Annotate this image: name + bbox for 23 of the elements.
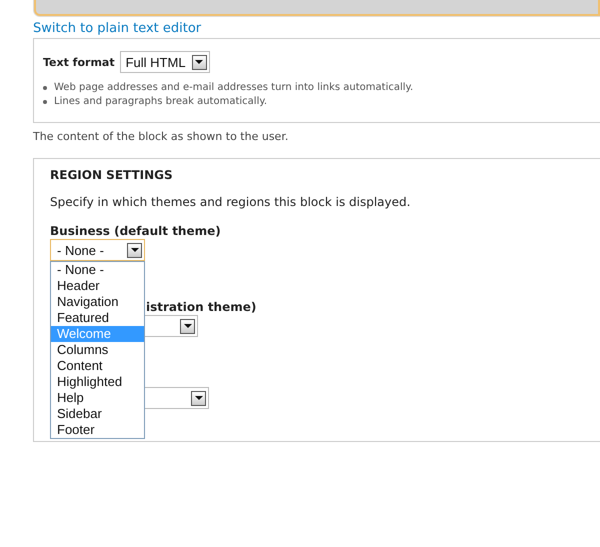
theme-label: Business (default theme): [50, 224, 221, 238]
dropdown-option[interactable]: Sidebar: [51, 406, 144, 422]
text-format-select[interactable]: Full HTML: [120, 51, 210, 73]
section-title: REGION SETTINGS: [50, 168, 174, 184]
field-description: The content of the block as shown to the user.: [33, 130, 290, 145]
section-description: Specify in which themes and regions this block is displayed.: [50, 195, 412, 211]
text-format-label: Text format: [43, 56, 115, 68]
dropdown-option[interactable]: - None -: [51, 262, 144, 278]
region-select[interactable]: - None -: [50, 239, 145, 261]
bullet-icon: [43, 100, 47, 104]
dropdown-option[interactable]: Header: [51, 278, 144, 294]
format-tip: Web page addresses and e-mail addresses turn into links automatically.: [54, 81, 414, 95]
dropdown-option[interactable]: Columns: [51, 342, 144, 358]
dropdown-option[interactable]: Content: [51, 358, 144, 374]
dropdown-option[interactable]: Footer: [51, 422, 144, 438]
theme-label: istration theme): [146, 300, 256, 314]
editor-switch-link[interactable]: Switch to plain text editor: [33, 20, 202, 38]
dropdown-option[interactable]: Help: [51, 390, 144, 406]
dropdown-option[interactable]: Featured: [51, 310, 144, 326]
format-tip: Lines and paragraphs break automatically.: [54, 95, 268, 109]
dropdown-option[interactable]: Navigation: [51, 294, 144, 310]
dropdown-option[interactable]: Highlighted: [51, 374, 144, 390]
bullet-icon: [43, 86, 47, 90]
